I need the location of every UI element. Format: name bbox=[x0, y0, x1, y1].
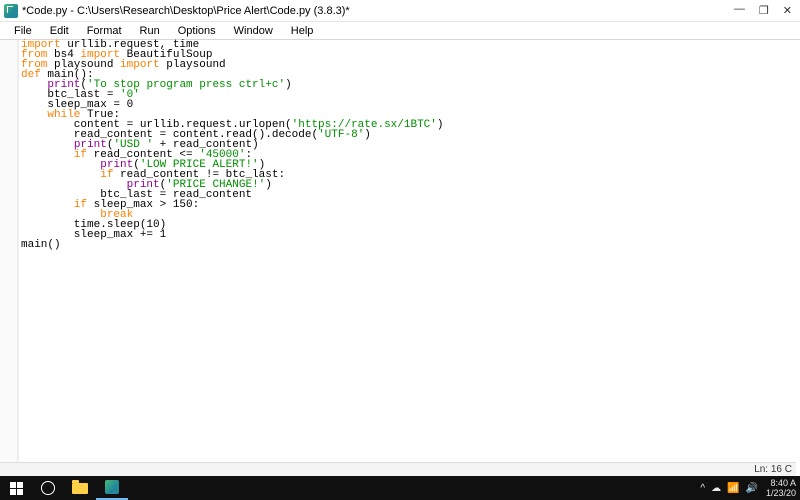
file-explorer-button[interactable] bbox=[64, 476, 96, 500]
menubar: File Edit Format Run Options Window Help bbox=[0, 22, 800, 40]
menu-file[interactable]: File bbox=[6, 24, 40, 38]
cortana-button[interactable] bbox=[32, 476, 64, 500]
code-token: ) bbox=[265, 179, 272, 191]
minimize-button[interactable]: — bbox=[734, 3, 745, 15]
gutter bbox=[0, 40, 18, 462]
menu-run[interactable]: Run bbox=[132, 24, 168, 38]
onedrive-icon[interactable]: ☁ bbox=[711, 483, 721, 494]
windows-icon bbox=[10, 482, 23, 495]
menu-edit[interactable]: Edit bbox=[42, 24, 77, 38]
code-token: import bbox=[120, 59, 160, 71]
system-tray[interactable]: ^ ☁ 📶 🔊 bbox=[700, 483, 758, 494]
idle-taskbar-button[interactable] bbox=[96, 476, 128, 500]
cortana-icon bbox=[41, 481, 55, 495]
code-token: main() bbox=[21, 239, 61, 251]
app-icon bbox=[4, 4, 18, 18]
network-icon[interactable]: 📶 bbox=[727, 483, 739, 494]
menu-format[interactable]: Format bbox=[79, 24, 130, 38]
code-token: ) bbox=[285, 79, 292, 91]
statusbar: Ln: 16 C bbox=[0, 462, 796, 476]
python-idle-icon bbox=[105, 480, 119, 494]
window-title: *Code.py - C:\Users\Research\Desktop\Pri… bbox=[22, 5, 350, 17]
code-token: ) bbox=[437, 119, 444, 131]
taskbar: ^ ☁ 📶 🔊 8:40 A 1/23/20 bbox=[0, 476, 800, 500]
maximize-button[interactable]: ❐ bbox=[759, 4, 769, 17]
start-button[interactable] bbox=[0, 476, 32, 500]
clock-time: 8:40 A bbox=[766, 478, 796, 488]
close-button[interactable]: ✕ bbox=[783, 4, 792, 17]
menu-help[interactable]: Help bbox=[283, 24, 322, 38]
folder-icon bbox=[72, 483, 88, 494]
code-token: 'UTF-8' bbox=[318, 129, 364, 141]
clock-date: 1/23/20 bbox=[766, 488, 796, 498]
window-controls: — ❐ ✕ bbox=[734, 4, 798, 17]
menu-options[interactable]: Options bbox=[170, 24, 224, 38]
titlebar: *Code.py - C:\Users\Research\Desktop\Pri… bbox=[0, 0, 800, 22]
taskbar-clock[interactable]: 8:40 A 1/23/20 bbox=[766, 478, 796, 498]
menu-window[interactable]: Window bbox=[226, 24, 281, 38]
code-editor[interactable]: import urllib.request, time from bs4 imp… bbox=[18, 40, 800, 462]
code-token: playsound bbox=[160, 59, 226, 71]
sound-icon[interactable]: 🔊 bbox=[746, 483, 758, 494]
cursor-position: Ln: 16 C bbox=[754, 464, 792, 475]
tray-overflow-icon[interactable]: ^ bbox=[700, 483, 705, 494]
code-token: ) bbox=[364, 129, 371, 141]
